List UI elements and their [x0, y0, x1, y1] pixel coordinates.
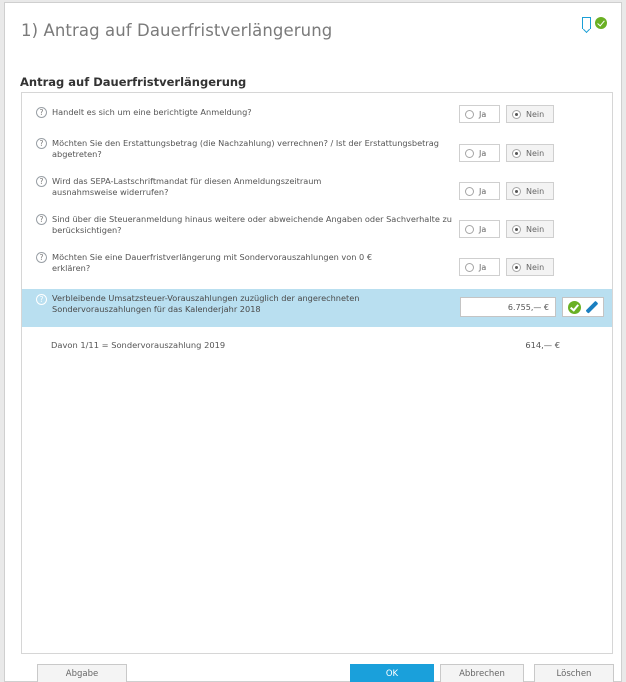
radio-dot-selected-icon	[512, 224, 521, 234]
cancel-button[interactable]: Abbrechen	[440, 664, 524, 682]
question-text: Möchten Sie eine Dauerfristverlängerung …	[52, 252, 373, 273]
radio-nein[interactable]: Nein	[506, 105, 554, 123]
radio-nein[interactable]: Nein	[506, 258, 554, 276]
radio-ja[interactable]: Ja	[459, 182, 500, 200]
confirm-check-icon[interactable]	[568, 300, 581, 314]
radio-dot-icon	[465, 186, 474, 196]
radio-ja[interactable]: Ja	[459, 258, 500, 276]
radio-ja[interactable]: Ja	[459, 144, 500, 162]
form-panel: ? Handelt es sich um eine berichtigte An…	[21, 92, 613, 654]
pencil-edit-icon[interactable]	[585, 301, 598, 314]
help-icon[interactable]: ?	[36, 214, 47, 225]
info-label: Davon 1/11 = Sondervorauszahlung 2019	[51, 340, 226, 350]
yes-no-radio-group: Ja Nein	[459, 144, 554, 162]
title-status-icons	[582, 17, 607, 29]
radio-dot-selected-icon	[512, 186, 521, 196]
radio-nein-label: Nein	[526, 148, 545, 158]
question-text: Handelt es sich um eine berichtigte Anme…	[52, 107, 252, 117]
amount-row-selected[interactable]: ? Verbleibende Umsatzsteuer-Vorauszahlun…	[22, 289, 612, 327]
radio-nein[interactable]: Nein	[506, 144, 554, 162]
bookmark-icon[interactable]	[582, 17, 591, 29]
question-row: ? Handelt es sich um eine berichtigte An…	[22, 103, 612, 125]
amount-field[interactable]: 6.755,— €	[460, 297, 556, 317]
question-text: Wird das SEPA-Lastschriftmandat für dies…	[52, 176, 322, 197]
help-icon[interactable]: ?	[36, 176, 47, 187]
yes-no-radio-group: Ja Nein	[459, 105, 554, 123]
radio-ja-label: Ja	[479, 262, 487, 272]
amount-actions	[562, 297, 604, 317]
help-icon[interactable]: ?	[36, 252, 47, 263]
submit-button[interactable]: Abgabe	[37, 664, 127, 682]
help-icon[interactable]: ?	[36, 294, 47, 305]
question-row: ? Sind über die Steueranmeldung hinaus w…	[22, 211, 612, 239]
question-text: Sind über die Steueranmeldung hinaus wei…	[52, 214, 452, 235]
radio-dot-selected-icon	[512, 109, 521, 119]
radio-ja-label: Ja	[479, 186, 487, 196]
yes-no-radio-group: Ja Nein	[459, 258, 554, 276]
amount-label: Verbleibende Umsatzsteuer-Vorauszahlunge…	[52, 293, 360, 314]
info-row: Davon 1/11 = Sondervorauszahlung 2019 61…	[22, 333, 612, 355]
radio-nein-label: Nein	[526, 262, 545, 272]
ok-button[interactable]: OK	[350, 664, 434, 682]
radio-nein[interactable]: Nein	[506, 220, 554, 238]
help-icon[interactable]: ?	[36, 107, 47, 118]
radio-dot-icon	[465, 262, 474, 272]
section-heading: Antrag auf Dauerfristverlängerung	[20, 75, 247, 89]
check-circle-icon	[595, 17, 607, 29]
question-row: ? Wird das SEPA-Lastschriftmandat für di…	[22, 173, 612, 201]
yes-no-radio-group: Ja Nein	[459, 220, 554, 238]
radio-ja[interactable]: Ja	[459, 220, 500, 238]
radio-dot-icon	[465, 109, 474, 119]
radio-ja-label: Ja	[479, 224, 487, 234]
info-value: 614,— €	[525, 340, 560, 350]
question-row: ? Möchten Sie eine Dauerfristverlängerun…	[22, 249, 612, 277]
dialog-window: 1) Antrag auf Dauerfristverlängerung Ant…	[4, 2, 622, 682]
question-text: Möchten Sie den Erstattungsbetrag (die N…	[52, 138, 439, 159]
radio-nein-label: Nein	[526, 109, 545, 119]
radio-nein[interactable]: Nein	[506, 182, 554, 200]
dialog-title: 1) Antrag auf Dauerfristverlängerung	[21, 21, 333, 40]
dialog-footer: Abgabe OK Abbrechen Löschen	[4, 658, 622, 682]
question-row: ? Möchten Sie den Erstattungsbetrag (die…	[22, 135, 612, 163]
help-icon[interactable]: ?	[36, 138, 47, 149]
delete-button[interactable]: Löschen	[534, 664, 614, 682]
radio-ja[interactable]: Ja	[459, 105, 500, 123]
radio-dot-selected-icon	[512, 148, 521, 158]
radio-ja-label: Ja	[479, 109, 487, 119]
radio-nein-label: Nein	[526, 224, 545, 234]
radio-dot-selected-icon	[512, 262, 521, 272]
radio-dot-icon	[465, 148, 474, 158]
radio-nein-label: Nein	[526, 186, 545, 196]
yes-no-radio-group: Ja Nein	[459, 182, 554, 200]
radio-ja-label: Ja	[479, 148, 487, 158]
radio-dot-icon	[465, 224, 474, 234]
